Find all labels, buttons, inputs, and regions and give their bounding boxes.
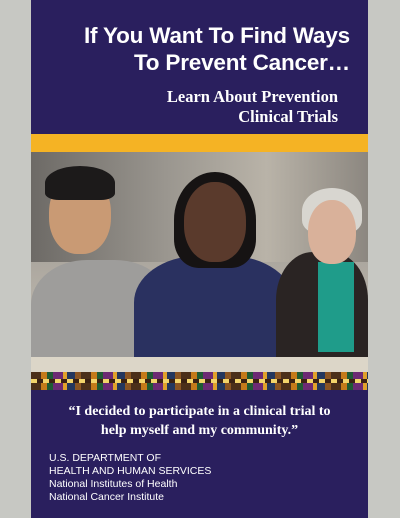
subheadline-line-1: Learn About Prevention: [166, 87, 338, 106]
agency-line-3: National Institutes of Health: [49, 478, 178, 490]
gold-accent-bar: [31, 134, 368, 152]
photo-person-woman-center: [126, 152, 301, 372]
photo-person-woman-right: [276, 152, 368, 372]
brochure-cover: If You Want To Find Ways To Prevent Canc…: [31, 0, 368, 518]
agency-line-2: HEALTH AND HUMAN SERVICES: [49, 465, 212, 477]
agency-line-1: U.S. DEPARTMENT OF: [49, 452, 162, 464]
agency-line-4: National Cancer Institute: [49, 491, 164, 503]
quote-line-1: “I decided to participate in a clinical …: [68, 404, 331, 419]
quote-line-2: help myself and my community.”: [100, 423, 299, 438]
testimonial-quote: “I decided to participate in a clinical …: [43, 402, 356, 440]
photo-table: [31, 357, 368, 372]
headline-line-2: To Prevent Cancer…: [133, 50, 350, 75]
agency-credits: U.S. DEPARTMENT OF HEALTH AND HUMAN SERV…: [49, 452, 211, 504]
subheadline-line-2: Clinical Trials: [238, 107, 338, 126]
subheadline: Learn About Prevention Clinical Trials: [167, 87, 338, 127]
kente-pattern-band: [31, 372, 368, 390]
cover-photo: [31, 152, 368, 372]
headline-line-1: If You Want To Find Ways: [83, 23, 350, 48]
headline: If You Want To Find Ways To Prevent Canc…: [84, 22, 350, 76]
